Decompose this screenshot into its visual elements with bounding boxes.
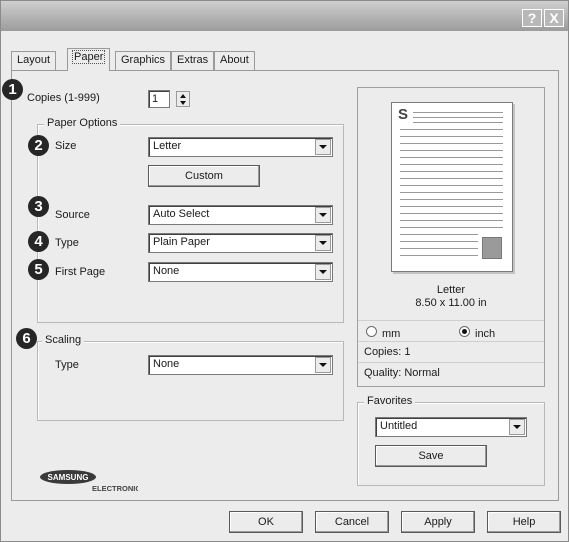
first-page-value: None xyxy=(153,265,180,277)
samsung-logo: SAMSUNG ELECTRONICS xyxy=(40,469,146,493)
preview-paper-dims: 8.50 x 11.00 in xyxy=(415,297,487,309)
favorites-select[interactable]: Untitled xyxy=(375,417,527,437)
tab-paper[interactable]: Paper xyxy=(67,48,111,71)
chevron-down-icon xyxy=(315,207,331,223)
callout-6: 6 xyxy=(16,328,37,349)
apply-button[interactable]: Apply xyxy=(401,511,475,533)
scaling-type-select[interactable]: None xyxy=(148,355,333,375)
spin-up-icon xyxy=(180,94,186,98)
scaling-group xyxy=(37,341,344,421)
svg-text:SAMSUNG: SAMSUNG xyxy=(48,473,89,482)
scaling-type-value: None xyxy=(153,358,180,370)
units-row: mm inch xyxy=(358,320,544,341)
save-favorite-button[interactable]: Save xyxy=(375,445,487,467)
type-value: Plain Paper xyxy=(153,236,210,248)
paper-options-legend: Paper Options xyxy=(44,117,121,129)
quality-info: Quality: Normal xyxy=(358,362,544,383)
favorites-legend: Favorites xyxy=(364,395,416,407)
printer-properties-dialog: ? X Layout Paper Graphics Extras About 1… xyxy=(0,0,569,542)
page-preview: S xyxy=(391,102,513,272)
favorites-value: Untitled xyxy=(380,420,418,432)
paper-preview-panel: S Letter 8.50 x 11.00 in mm inch Copies:… xyxy=(357,87,545,387)
copies-label: Copies (1-999) xyxy=(27,92,100,104)
unit-inch-radio[interactable] xyxy=(459,326,470,337)
copies-stepper[interactable] xyxy=(176,91,190,107)
tab-about[interactable]: About xyxy=(214,51,255,70)
tab-graphics[interactable]: Graphics xyxy=(115,51,172,70)
callout-2: 2 xyxy=(28,135,49,156)
type-select[interactable]: Plain Paper xyxy=(148,233,333,253)
scaling-legend: Scaling xyxy=(42,334,85,346)
chevron-down-icon xyxy=(315,235,331,251)
source-label: Source xyxy=(55,209,90,221)
chevron-down-icon xyxy=(509,419,525,435)
chevron-down-icon xyxy=(315,264,331,280)
paper-tab-panel: 1 Copies (1-999) 1 Paper Options 2 Size … xyxy=(2,70,559,501)
custom-button[interactable]: Custom xyxy=(148,165,260,187)
close-title-button[interactable]: X xyxy=(544,9,564,27)
tab-extras[interactable]: Extras xyxy=(171,51,215,70)
source-select[interactable]: Auto Select xyxy=(148,205,333,225)
callout-3: 3 xyxy=(28,196,49,217)
type-label: Type xyxy=(55,237,79,249)
help-button[interactable]: Help xyxy=(487,511,561,533)
unit-mm-radio[interactable] xyxy=(366,326,377,337)
scaling-type-label: Type xyxy=(55,359,79,371)
chevron-down-icon xyxy=(315,357,331,373)
samsung-logo-graphic: SAMSUNG ELECTRONICS xyxy=(40,470,146,493)
ok-button[interactable]: OK xyxy=(229,511,303,533)
source-value: Auto Select xyxy=(153,208,210,220)
copies-input[interactable]: 1 xyxy=(148,90,170,108)
size-select[interactable]: Letter xyxy=(148,137,333,157)
preview-paper-name: Letter xyxy=(436,284,466,296)
image-block-icon xyxy=(482,237,502,259)
first-page-label: First Page xyxy=(55,266,106,278)
chevron-down-icon xyxy=(315,139,331,155)
tab-layout[interactable]: Layout xyxy=(11,51,57,70)
title-bar: ? X xyxy=(1,1,568,31)
spin-down-icon xyxy=(180,101,186,105)
first-page-select[interactable]: None xyxy=(148,262,333,282)
help-title-button[interactable]: ? xyxy=(522,9,542,27)
close-icon: X xyxy=(549,10,559,26)
copies-info: Copies: 1 xyxy=(358,341,544,362)
callout-4: 4 xyxy=(28,231,49,252)
cancel-button[interactable]: Cancel xyxy=(315,511,389,533)
size-label: Size xyxy=(55,140,77,152)
page-preview-letter: S xyxy=(398,106,409,123)
favorites-group xyxy=(357,402,545,486)
help-icon: ? xyxy=(527,10,537,26)
svg-text:ELECTRONICS: ELECTRONICS xyxy=(92,484,138,493)
callout-5: 5 xyxy=(28,259,49,280)
callout-1: 1 xyxy=(2,79,23,100)
size-value: Letter xyxy=(153,140,182,152)
